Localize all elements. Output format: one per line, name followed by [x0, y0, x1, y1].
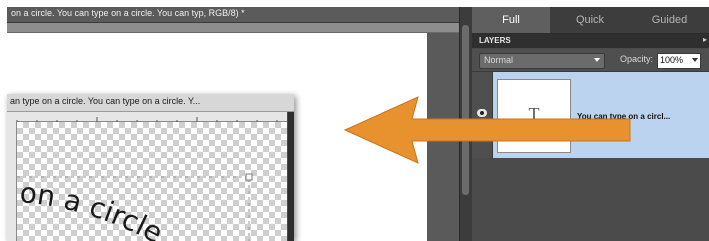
tab-quick[interactable]: Quick — [551, 7, 629, 33]
blend-mode-value: Normal — [484, 55, 514, 65]
transparent-canvas[interactable]: on a circle — [17, 122, 287, 241]
floating-top-ruler — [7, 112, 287, 125]
screenshot-frame: on a circle. You can type on a circle. Y… — [0, 0, 709, 241]
document-tab-title: on a circle. You can type on a circle. Y… — [11, 8, 245, 18]
right-panel: Full Quick Guided LAYERS ▸ Normal Opacit… — [472, 7, 709, 241]
bounding-box-handle[interactable] — [245, 173, 253, 181]
opacity-input[interactable]: 100% — [657, 53, 701, 69]
layer-row-selected[interactable]: T You can type on a circl... — [472, 72, 709, 158]
tab-guided[interactable]: Guided — [630, 7, 709, 33]
layers-list-empty-area — [472, 159, 709, 241]
curved-text-content: on a circle — [18, 176, 168, 241]
opacity-label: Opacity: — [620, 54, 654, 64]
layers-panel-title: LAYERS — [479, 36, 511, 45]
document-tab[interactable]: on a circle. You can type on a circle. Y… — [7, 7, 459, 23]
top-ruler — [7, 23, 459, 33]
floating-window-edge — [288, 112, 294, 241]
chevron-down-icon[interactable] — [692, 58, 698, 62]
mode-bar: Full Quick Guided — [472, 7, 709, 34]
layers-panel-header: LAYERS ▸ — [472, 34, 709, 48]
floating-window-title: an type on a circle. You can type on a c… — [10, 96, 201, 106]
layer-visibility-toggle[interactable] — [472, 72, 493, 158]
floating-left-ruler — [7, 121, 17, 241]
scrollbar-thumb[interactable] — [462, 25, 469, 195]
blend-opacity-row: Normal Opacity: 100% — [472, 49, 709, 72]
curved-text: on a circle — [18, 176, 168, 241]
opacity-value: 100% — [660, 55, 684, 65]
floating-window-titlebar[interactable]: an type on a circle. You can type on a c… — [7, 94, 294, 112]
layer-name[interactable]: You can type on a circl... — [577, 112, 670, 121]
eye-icon[interactable] — [477, 109, 487, 117]
text-layer-icon: T — [528, 104, 540, 124]
panel-options-icon[interactable]: ▸ — [703, 35, 707, 44]
layer-thumbnail[interactable]: T — [497, 79, 571, 153]
canvas-pasteboard — [427, 33, 459, 241]
chevron-down-icon — [594, 58, 600, 62]
floating-document-window[interactable]: an type on a circle. You can type on a c… — [7, 94, 294, 241]
curved-text-layer[interactable]: on a circle — [17, 122, 287, 241]
tab-full[interactable]: Full — [472, 7, 550, 33]
blend-mode-select[interactable]: Normal — [479, 53, 605, 69]
